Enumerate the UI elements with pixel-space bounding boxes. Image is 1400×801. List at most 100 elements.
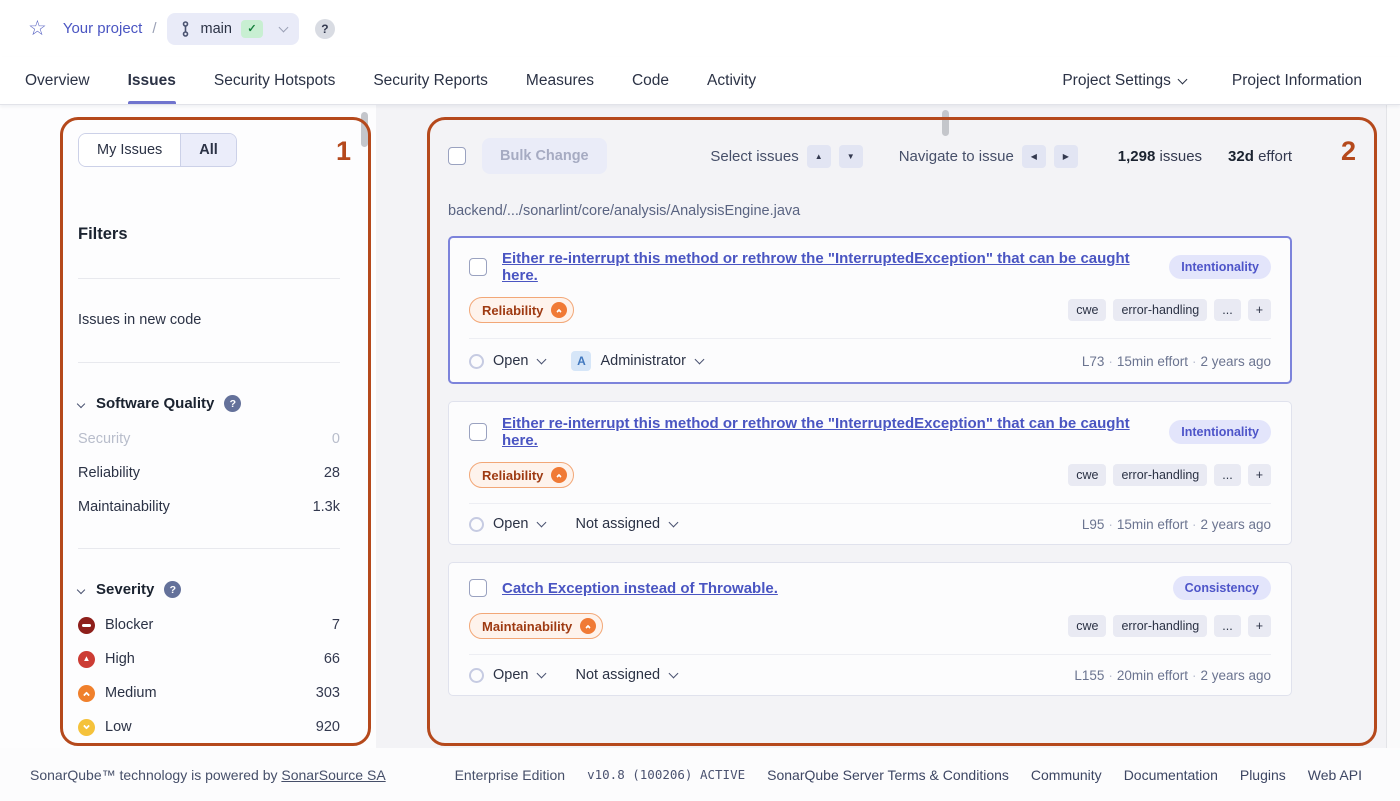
separator: · xyxy=(1108,354,1113,369)
facet-security[interactable]: Security 0 xyxy=(78,432,340,446)
high-severity-icon: ▲ xyxy=(78,651,95,668)
severity-section-header[interactable]: Severity ? xyxy=(78,581,340,598)
facet-label: Low xyxy=(105,719,132,735)
tab-security-hotspots[interactable]: Security Hotspots xyxy=(214,57,335,104)
divider xyxy=(469,503,1271,504)
help-icon[interactable]: ? xyxy=(224,395,241,412)
navigate-previous-button[interactable]: ◀ xyxy=(1022,145,1046,168)
help-icon[interactable]: ? xyxy=(315,19,335,39)
my-issues-toggle[interactable]: My Issues xyxy=(79,134,180,166)
tag-error-handling[interactable]: error-handling xyxy=(1113,464,1207,486)
assignee-dropdown[interactable]: Administrator xyxy=(600,353,685,369)
more-tags-button[interactable]: ... xyxy=(1214,615,1240,637)
clean-code-attribute-badge: Intentionality xyxy=(1169,255,1271,279)
facet-reliability[interactable]: Reliability 28 xyxy=(78,466,340,480)
facet-label: Medium xyxy=(105,685,157,701)
software-quality-pill[interactable]: Reliability xyxy=(469,297,574,323)
software-quality-pill[interactable]: Maintainability xyxy=(469,613,603,639)
tab-measures[interactable]: Measures xyxy=(526,57,594,104)
issue-checkbox[interactable] xyxy=(469,579,487,597)
separator: · xyxy=(1192,517,1197,532)
select-all-checkbox[interactable] xyxy=(448,147,466,165)
filter-issues-in-new-code[interactable]: Issues in new code xyxy=(78,312,340,328)
effort-value: 32d xyxy=(1228,148,1254,165)
select-previous-button[interactable]: ▲ xyxy=(807,145,831,168)
terms-link[interactable]: SonarQube Server Terms & Conditions xyxy=(767,767,1009,783)
clean-code-attribute-badge: Consistency xyxy=(1173,576,1271,600)
select-issues-label: Select issues xyxy=(710,148,798,165)
tab-overview[interactable]: Overview xyxy=(25,57,90,104)
issue-title-link[interactable]: Either re-interrupt this method or rethr… xyxy=(502,415,1169,449)
facet-maintainability[interactable]: Maintainability 1.3k xyxy=(78,500,340,514)
project-settings-menu[interactable]: Project Settings xyxy=(1062,72,1186,90)
git-branch-icon xyxy=(179,21,192,37)
add-tag-button[interactable]: + xyxy=(1248,299,1271,321)
status-dropdown[interactable]: Open xyxy=(493,353,528,369)
bulk-change-button[interactable]: Bulk Change xyxy=(482,138,607,174)
more-tags-button[interactable]: ... xyxy=(1214,464,1240,486)
sonarsource-link[interactable]: SonarSource SA xyxy=(281,767,385,783)
quality-label: Maintainability xyxy=(482,619,572,634)
medium-severity-icon xyxy=(551,302,567,318)
facet-medium[interactable]: Medium 303 xyxy=(78,686,340,700)
tag-error-handling[interactable]: error-handling xyxy=(1113,615,1207,637)
issue-meta: L73·15min effort·2 years ago xyxy=(1082,354,1271,369)
add-tag-button[interactable]: + xyxy=(1248,615,1271,637)
tag-cwe[interactable]: cwe xyxy=(1068,464,1106,486)
powered-by-prefix: SonarQube™ technology is powered by xyxy=(30,767,281,783)
tag-error-handling[interactable]: error-handling xyxy=(1113,299,1207,321)
sidebar-scrollbar[interactable] xyxy=(361,112,368,147)
facet-low[interactable]: Low 920 xyxy=(78,720,340,734)
software-quality-section-header[interactable]: Software Quality ? xyxy=(78,395,340,412)
more-tags-button[interactable]: ... xyxy=(1214,299,1240,321)
assignee-dropdown[interactable]: Not assigned xyxy=(575,516,660,532)
add-tag-button[interactable]: + xyxy=(1248,464,1271,486)
tag-cwe[interactable]: cwe xyxy=(1068,615,1106,637)
issue-title-link[interactable]: Either re-interrupt this method or rethr… xyxy=(502,250,1169,284)
tab-code[interactable]: Code xyxy=(632,57,669,104)
issues-list-scrollbar[interactable] xyxy=(942,110,949,136)
page-scrollbar-track[interactable] xyxy=(1386,105,1400,748)
software-quality-pill[interactable]: Reliability xyxy=(469,462,574,488)
issue-checkbox[interactable] xyxy=(469,423,487,441)
effort-suffix: effort xyxy=(1258,148,1292,165)
facet-count: 0 xyxy=(332,431,340,447)
navigate-to-issue-label: Navigate to issue xyxy=(899,148,1014,165)
chevron-down-icon xyxy=(694,355,704,365)
status-dropdown[interactable]: Open xyxy=(493,516,528,532)
all-issues-toggle[interactable]: All xyxy=(180,134,236,166)
content-area: My Issues All Filters Issues in new code… xyxy=(0,105,1400,748)
favorite-star-icon[interactable]: ☆ xyxy=(28,16,47,41)
assignee-dropdown[interactable]: Not assigned xyxy=(575,667,660,683)
powered-by-text: SonarQube™ technology is powered by Sona… xyxy=(30,767,386,783)
issue-checkbox[interactable] xyxy=(469,258,487,276)
tab-activity[interactable]: Activity xyxy=(707,57,756,104)
facet-high[interactable]: ▲ High 66 xyxy=(78,652,340,666)
branch-selector[interactable]: main ✓ xyxy=(167,13,299,45)
chevron-down-icon xyxy=(77,399,85,407)
issue-title-link[interactable]: Catch Exception instead of Throwable. xyxy=(502,580,778,597)
community-link[interactable]: Community xyxy=(1031,767,1102,783)
issue-card[interactable]: Either re-interrupt this method or rethr… xyxy=(448,401,1292,545)
issue-card[interactable]: Catch Exception instead of Throwable. Co… xyxy=(448,562,1292,696)
tab-security-reports[interactable]: Security Reports xyxy=(373,57,488,104)
tag-cwe[interactable]: cwe xyxy=(1068,299,1106,321)
facet-label: Maintainability xyxy=(78,499,170,515)
page-footer: SonarQube™ technology is powered by Sona… xyxy=(0,748,1400,801)
facet-label: Security xyxy=(78,431,130,447)
project-information-link[interactable]: Project Information xyxy=(1232,72,1362,90)
effort-total: 32d effort xyxy=(1228,148,1292,165)
navigate-next-button[interactable]: ▶ xyxy=(1054,145,1078,168)
open-status-icon xyxy=(469,354,484,369)
facet-blocker[interactable]: Blocker 7 xyxy=(78,618,340,632)
plugins-link[interactable]: Plugins xyxy=(1240,767,1286,783)
tab-issues[interactable]: Issues xyxy=(128,57,176,104)
divider xyxy=(469,654,1271,655)
issue-card[interactable]: Either re-interrupt this method or rethr… xyxy=(448,236,1292,384)
webapi-link[interactable]: Web API xyxy=(1308,767,1362,783)
documentation-link[interactable]: Documentation xyxy=(1124,767,1218,783)
breadcrumb-project-link[interactable]: Your project xyxy=(63,20,143,37)
select-next-button[interactable]: ▼ xyxy=(839,145,863,168)
status-dropdown[interactable]: Open xyxy=(493,667,528,683)
help-icon[interactable]: ? xyxy=(164,581,181,598)
